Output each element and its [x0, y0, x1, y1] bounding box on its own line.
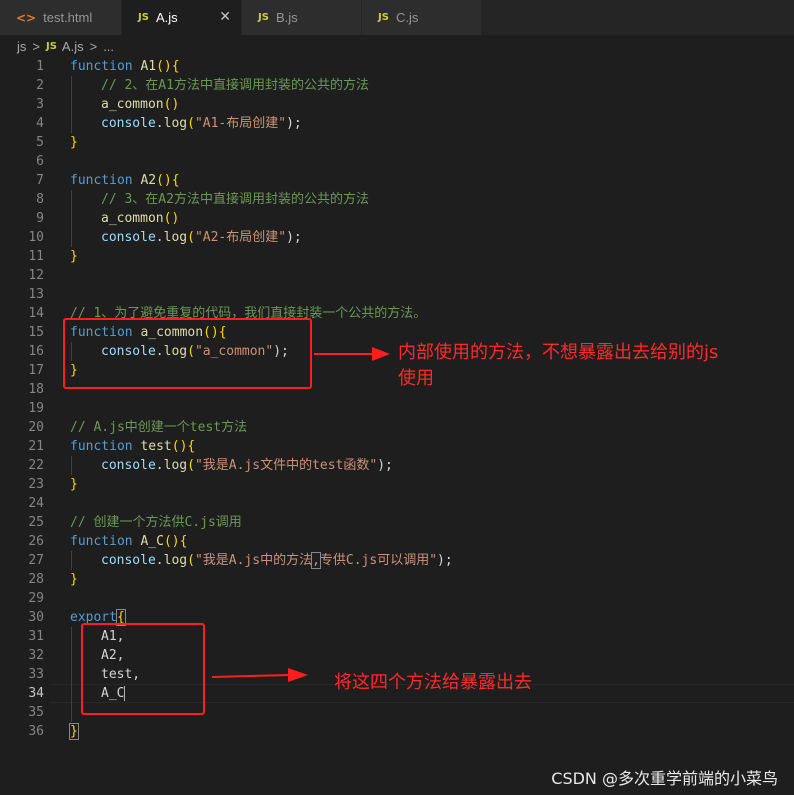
tab-label: B.js — [275, 10, 298, 25]
code-line: function test(){ — [70, 439, 196, 454]
close-icon[interactable]: ✕ — [219, 9, 231, 25]
breadcrumb-file[interactable]: A.js — [62, 39, 84, 54]
line-number: 6 — [36, 154, 44, 169]
code-line: console.log("A2-布局创建"); — [101, 230, 302, 245]
js-file-icon: JS — [258, 12, 269, 23]
code-line: a_common() — [101, 97, 180, 112]
html-file-icon: <> — [16, 10, 37, 25]
code-line: } — [70, 477, 78, 492]
annotation-arrow-2 — [211, 668, 308, 682]
tab-test-html[interactable]: <> test.html — [0, 0, 122, 35]
tab-label: A.js — [155, 10, 178, 25]
tab-label: test.html — [43, 10, 93, 25]
breadcrumb-separator: > — [32, 38, 40, 54]
tab-b-js[interactable]: JS B.js — [242, 0, 362, 35]
line-number: 12 — [28, 268, 44, 283]
tab-c-js[interactable]: JS C.js — [362, 0, 482, 35]
line-number: 24 — [28, 496, 44, 511]
line-number: 29 — [28, 591, 44, 606]
line-number: 13 — [28, 287, 44, 302]
code-line: console.log("A1-布局创建"); — [101, 116, 302, 131]
code-line: function A1(){ — [70, 59, 180, 74]
breadcrumb-folder[interactable]: js — [17, 39, 26, 54]
annotation-box-exports — [81, 623, 205, 715]
code-line: } — [69, 723, 79, 740]
code-line: function A_C(){ — [70, 534, 188, 549]
annotation-arrow-1 — [314, 347, 390, 361]
code-line: // 2、在A1方法中直接调用封装的公共的方法 — [101, 78, 369, 93]
js-file-icon: JS — [138, 12, 149, 23]
code-line: // 创建一个方法供C.js调用 — [70, 515, 242, 530]
code-line: // 3、在A2方法中直接调用封装的公共的方法 — [101, 192, 369, 207]
code-line: } — [70, 249, 78, 264]
annotation-note-1: 内部使用的方法，不想暴露出去给别的js 使用 — [398, 342, 719, 389]
watermark: CSDN @多次重学前端的小菜鸟 — [551, 769, 778, 788]
code-line: console.log("我是A.js中的方法,专供C.js可以调用"); — [101, 552, 453, 569]
js-file-icon: JS — [45, 40, 57, 52]
breadcrumb-more[interactable]: ... — [103, 39, 114, 54]
tab-label: C.js — [395, 10, 419, 25]
code-line: function A2(){ — [70, 173, 180, 188]
code-line: // A.js中创建一个test方法 — [70, 420, 248, 435]
annotation-note-2: 将这四个方法给暴露出去 — [334, 672, 532, 693]
js-file-icon: JS — [378, 12, 389, 23]
annotation-box-a-common — [63, 318, 312, 389]
code-line: } — [70, 135, 78, 150]
line-number: 19 — [28, 401, 44, 416]
breadcrumb-separator: > — [89, 38, 98, 54]
tab-bar: <> test.html JS A.js ✕ JS B.js JS C.js — [0, 0, 794, 35]
breadcrumb: js > JS A.js > ... — [0, 35, 794, 57]
code-line: a_common() — [101, 211, 180, 226]
code-line: } — [70, 572, 78, 587]
code-line: console.log("我是A.js文件中的test函数"); — [101, 458, 393, 473]
tab-a-js[interactable]: JS A.js ✕ — [122, 0, 242, 35]
